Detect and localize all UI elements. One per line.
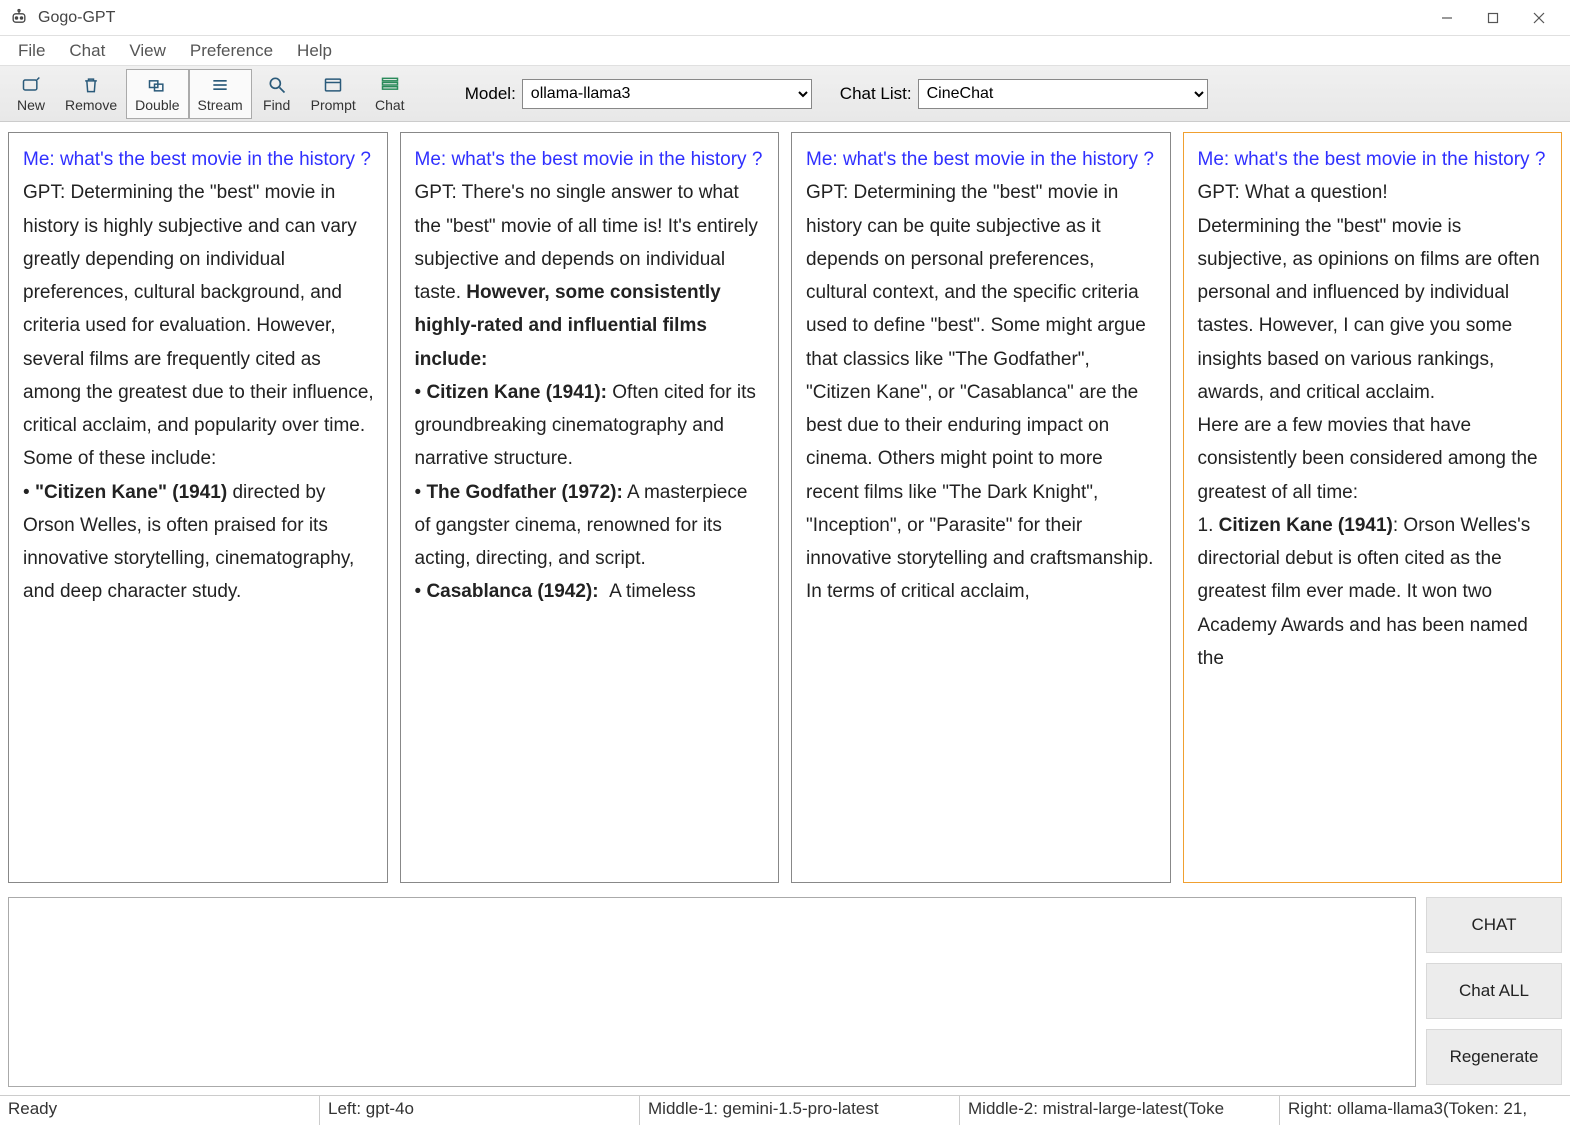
- chatlist-field: Chat List: CineChat: [840, 79, 1208, 109]
- status-mid2: Middle-2: mistral-large-latest(Toke: [960, 1096, 1280, 1125]
- chatlist-select[interactable]: CineChat: [918, 79, 1208, 109]
- find-label: Find: [263, 97, 290, 113]
- chat-button[interactable]: Chat: [365, 69, 415, 119]
- remove-button[interactable]: Remove: [56, 69, 126, 119]
- window-title: Gogo-GPT: [38, 9, 115, 27]
- chat-pane-4[interactable]: Me: what's the best movie in the history…: [1183, 132, 1563, 883]
- input-row: CHAT Chat ALL Regenerate: [0, 891, 1570, 1095]
- double-label: Double: [135, 97, 179, 113]
- gpt-message: GPT: Determining the "best" movie in his…: [23, 176, 375, 608]
- gpt-message: GPT: Determining the "best" movie in his…: [806, 176, 1158, 608]
- user-message: Me: what's the best movie in the history…: [23, 143, 375, 176]
- close-button[interactable]: [1516, 2, 1562, 34]
- chatlist-label: Chat List:: [840, 84, 912, 104]
- stream-label: Stream: [198, 97, 243, 113]
- chat-panes: Me: what's the best movie in the history…: [0, 122, 1570, 891]
- model-select[interactable]: ollama-llama3: [522, 79, 812, 109]
- app-icon: [8, 7, 30, 29]
- find-button[interactable]: Find: [252, 69, 302, 119]
- menu-file[interactable]: File: [6, 37, 57, 65]
- double-icon: [146, 74, 168, 96]
- menu-bar: File Chat View Preference Help: [0, 36, 1570, 66]
- menu-preference[interactable]: Preference: [178, 37, 285, 65]
- user-message: Me: what's the best movie in the history…: [806, 143, 1158, 176]
- chat-pane-3[interactable]: Me: what's the best movie in the history…: [791, 132, 1171, 883]
- chat-send-button[interactable]: CHAT: [1426, 897, 1562, 953]
- remove-label: Remove: [65, 97, 117, 113]
- model-label: Model:: [465, 84, 516, 104]
- new-icon: [20, 74, 42, 96]
- menu-view[interactable]: View: [117, 37, 178, 65]
- prompt-icon: [322, 74, 344, 96]
- menu-chat[interactable]: Chat: [57, 37, 117, 65]
- gpt-message: GPT: There's no single answer to what th…: [415, 176, 767, 608]
- gpt-message: GPT: What a question!Determining the "be…: [1198, 176, 1550, 675]
- user-message: Me: what's the best movie in the history…: [415, 143, 767, 176]
- chat-toolbar-label: Chat: [375, 97, 405, 113]
- new-label: New: [17, 97, 45, 113]
- chat-all-button[interactable]: Chat ALL: [1426, 963, 1562, 1019]
- chat-pane-2[interactable]: Me: what's the best movie in the history…: [400, 132, 780, 883]
- status-ready: Ready: [0, 1096, 320, 1125]
- chat-icon: [379, 74, 401, 96]
- menu-help[interactable]: Help: [285, 37, 344, 65]
- stream-icon: [209, 74, 231, 96]
- search-icon: [266, 74, 288, 96]
- regenerate-button[interactable]: Regenerate: [1426, 1029, 1562, 1085]
- chat-input[interactable]: [8, 897, 1416, 1087]
- status-right: Right: ollama-llama3(Token: 21,: [1280, 1096, 1570, 1125]
- model-field: Model: ollama-llama3: [465, 79, 812, 109]
- prompt-label: Prompt: [311, 97, 356, 113]
- status-mid1: Middle-1: gemini-1.5-pro-latest: [640, 1096, 960, 1125]
- prompt-button[interactable]: Prompt: [302, 69, 365, 119]
- user-message: Me: what's the best movie in the history…: [1198, 143, 1550, 176]
- side-buttons: CHAT Chat ALL Regenerate: [1426, 897, 1562, 1087]
- trash-icon: [80, 74, 102, 96]
- title-bar: Gogo-GPT: [0, 0, 1570, 36]
- toolbar: New Remove Double Stream Find Prompt C: [0, 66, 1570, 122]
- stream-button[interactable]: Stream: [189, 69, 252, 119]
- double-button[interactable]: Double: [126, 69, 188, 119]
- new-button[interactable]: New: [6, 69, 56, 119]
- maximize-button[interactable]: [1470, 2, 1516, 34]
- status-bar: Ready Left: gpt-4o Middle-1: gemini-1.5-…: [0, 1095, 1570, 1125]
- minimize-button[interactable]: [1424, 2, 1470, 34]
- status-left: Left: gpt-4o: [320, 1096, 640, 1125]
- chat-pane-1[interactable]: Me: what's the best movie in the history…: [8, 132, 388, 883]
